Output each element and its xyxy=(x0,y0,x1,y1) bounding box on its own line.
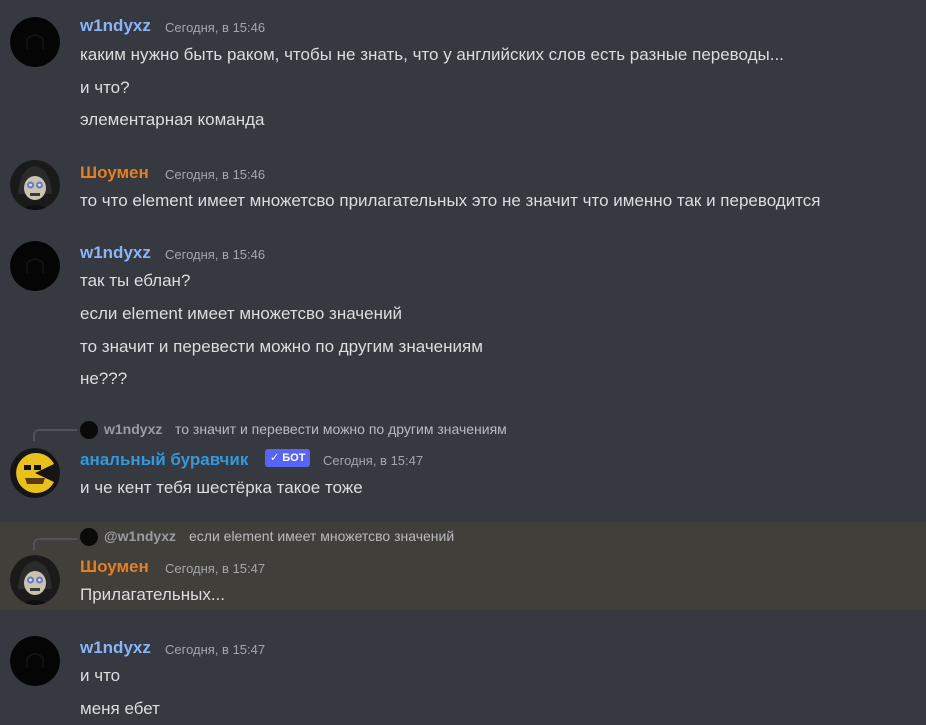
message-text: не??? xyxy=(80,369,128,388)
skull-avatar-icon xyxy=(10,160,60,210)
message-text: и че кент тебя шестёрка такое тоже xyxy=(80,478,363,497)
message-text: так ты еблан? xyxy=(80,271,191,290)
black-circle-avatar-icon xyxy=(10,636,60,686)
reply-preview-text[interactable]: если element имеет множетсво значений xyxy=(189,528,454,544)
reply-username[interactable]: @w1ndyxz xyxy=(104,528,176,544)
avatar[interactable] xyxy=(10,160,60,210)
reply-avatar xyxy=(80,421,98,439)
timestamp: Сегодня, в 15:46 xyxy=(165,20,266,35)
message-text: если element имеет множетсво значений xyxy=(80,304,403,323)
reply-avatar xyxy=(80,528,98,546)
avatar[interactable] xyxy=(10,448,60,498)
username[interactable]: Шоумен xyxy=(80,557,149,577)
message-group: w1ndyxz Сегодня, в 15:47 и что меня ебет xyxy=(0,610,926,725)
chat-message-list: w1ndyxz Сегодня, в 15:46 каким нужно быт… xyxy=(0,0,926,725)
message-text: меня ебет xyxy=(80,699,160,718)
message-group: w1ndyxz Сегодня, в 15:46 каким нужно быт… xyxy=(0,0,926,150)
username[interactable]: w1ndyxz xyxy=(80,638,151,658)
skull-avatar-icon xyxy=(10,555,60,605)
message-group: w1ndyxz то значит и перевести можно по д… xyxy=(0,410,926,522)
message-text: и что? xyxy=(80,78,130,97)
bot-badge: ✓ БОТ xyxy=(265,449,311,467)
username[interactable]: w1ndyxz xyxy=(80,16,151,36)
timestamp: Сегодня, в 15:46 xyxy=(165,167,266,182)
black-circle-avatar-icon xyxy=(10,17,60,67)
reply-connector xyxy=(33,538,77,550)
message-group: Шоумен Сегодня, в 15:46 то что element и… xyxy=(0,150,926,230)
message-text: и что xyxy=(80,666,121,685)
avatar[interactable] xyxy=(10,241,60,291)
black-circle-avatar-icon xyxy=(10,241,60,291)
message-text: то что element имеет множетсво прилагате… xyxy=(80,191,821,210)
avatar[interactable] xyxy=(10,17,60,67)
username[interactable]: w1ndyxz xyxy=(80,243,151,263)
timestamp: Сегодня, в 15:47 xyxy=(165,642,266,657)
username[interactable]: Шоумен xyxy=(80,163,149,183)
reply-connector xyxy=(33,429,77,441)
avatar[interactable] xyxy=(10,555,60,605)
reply-preview-text[interactable]: то значит и перевести можно по другим зн… xyxy=(175,421,507,437)
reply-username[interactable]: w1ndyxz xyxy=(104,421,162,437)
message-group-highlighted: @w1ndyxz если element имеет множетсво зн… xyxy=(0,522,926,610)
timestamp: Сегодня, в 15:46 xyxy=(165,247,266,262)
timestamp: Сегодня, в 15:47 xyxy=(165,561,266,576)
message-text: Прилагательных... xyxy=(80,585,225,604)
timestamp: Сегодня, в 15:47 xyxy=(323,453,424,468)
message-text: элементарная команда xyxy=(80,110,265,129)
pacman-avatar-icon xyxy=(10,448,60,498)
username[interactable]: анальный буравчик xyxy=(80,450,248,470)
message-text: каким нужно быть раком, чтобы не знать, … xyxy=(80,45,784,64)
avatar[interactable] xyxy=(10,636,60,686)
message-text: то значит и перевести можно по другим зн… xyxy=(80,337,483,356)
message-group: w1ndyxz Сегодня, в 15:46 так ты еблан? е… xyxy=(0,230,926,410)
